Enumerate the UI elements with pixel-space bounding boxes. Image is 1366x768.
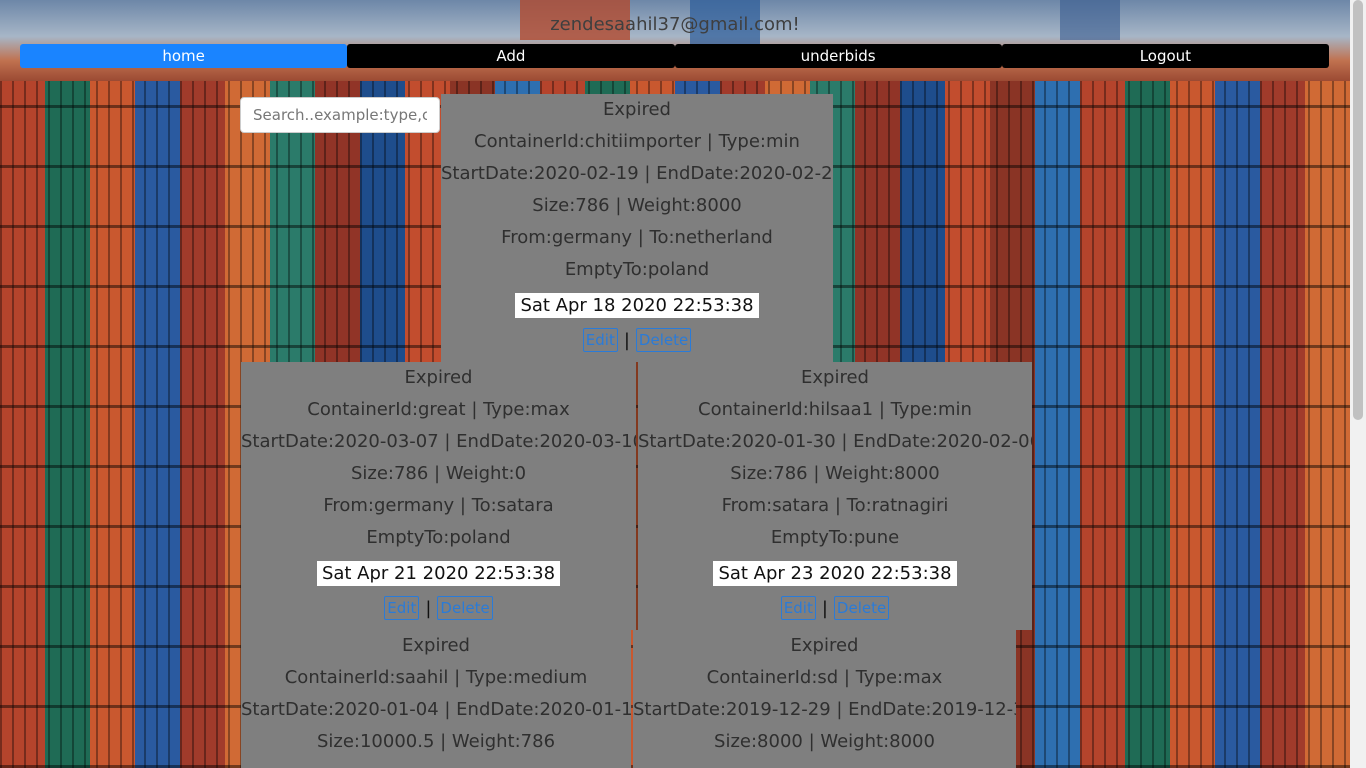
card-id-type: ContainerId:saahil | Type:medium [284, 667, 588, 688]
countdown-timer: Sat Apr 23 2020 22:53:38 [713, 560, 957, 586]
action-separator: | [623, 329, 630, 351]
card-status: Expired [404, 367, 473, 388]
container-card: Expired ContainerId:great | Type:max Sta… [241, 362, 636, 630]
nav-bar: home Add underbids Logout [20, 44, 1329, 68]
card-empty-to: EmptyTo:pune [770, 527, 900, 548]
action-separator: | [821, 597, 828, 619]
card-from-to: From:germany | To:netherland [501, 227, 773, 248]
container-card: Expired ContainerId:chitiimporter | Type… [441, 94, 833, 362]
scrollbar-thumb[interactable] [1353, 0, 1363, 420]
nav-logout[interactable]: Logout [1001, 44, 1329, 68]
edit-button[interactable]: Edit [780, 596, 816, 620]
card-id-type: ContainerId:great | Type:max [307, 399, 570, 420]
card-size-weight: Size:786 | Weight:8000 [532, 195, 742, 216]
card-dates: StartDate:2020-01-30 | EndDate:2020-02-0… [638, 431, 1032, 452]
user-email: zendesaahil37@gmail.com! [550, 14, 800, 35]
card-status: Expired [402, 635, 470, 656]
action-separator: | [425, 597, 432, 619]
card-id-type: ContainerId:sd | Type:max [706, 667, 943, 688]
card-status: Expired [801, 367, 869, 388]
countdown-timer: Sat Apr 21 2020 22:53:38 [316, 560, 561, 586]
card-id-type: ContainerId:chitiimporter | Type:min [474, 131, 800, 152]
vertical-scrollbar[interactable] [1350, 0, 1366, 768]
card-empty-to: EmptyTo:poland [564, 259, 710, 280]
edit-button[interactable]: Edit [384, 596, 420, 620]
edit-button[interactable]: Edit [582, 328, 618, 352]
card-status: Expired [790, 635, 859, 656]
card-from-to: From:germany | To:satara [323, 495, 554, 516]
card-size-weight: Size:8000 | Weight:8000 [714, 731, 935, 752]
nav-underbids[interactable]: underbids [674, 44, 1002, 68]
search-input[interactable] [240, 97, 440, 133]
card-from-to: From:satara | To:ratnagiri [721, 495, 949, 516]
card-dates: StartDate:2020-01-04 | EndDate:2020-01-1… [241, 699, 631, 720]
card-size-weight: Size:786 | Weight:0 [350, 463, 527, 484]
card-id-type: ContainerId:hilsaa1 | Type:min [698, 399, 972, 420]
countdown-timer: Sat Apr 18 2020 22:53:38 [515, 292, 759, 318]
nav-home[interactable]: home [20, 44, 348, 68]
card-dates: StartDate:2020-03-07 | EndDate:2020-03-1… [241, 431, 636, 452]
delete-button[interactable]: Delete [833, 596, 890, 620]
nav-add[interactable]: Add [347, 44, 675, 68]
container-card: Expired ContainerId:sd | Type:max StartD… [633, 630, 1016, 768]
delete-button[interactable]: Delete [437, 596, 493, 620]
delete-button[interactable]: Delete [635, 328, 692, 352]
card-status: Expired [603, 99, 671, 120]
card-size-weight: Size:10000.5 | Weight:786 [316, 731, 556, 752]
card-size-weight: Size:786 | Weight:8000 [730, 463, 940, 484]
container-card: Expired ContainerId:saahil | Type:medium… [241, 630, 631, 768]
container-card: Expired ContainerId:hilsaa1 | Type:min S… [638, 362, 1032, 630]
header-banner: zendesaahil37@gmail.com! home Add underb… [0, 0, 1350, 81]
card-dates: StartDate:2019-12-29 | EndDate:2019-12-3… [633, 699, 1016, 720]
card-empty-to: EmptyTo:poland [366, 527, 511, 548]
card-dates: StartDate:2020-02-19 | EndDate:2020-02-2… [441, 163, 833, 184]
